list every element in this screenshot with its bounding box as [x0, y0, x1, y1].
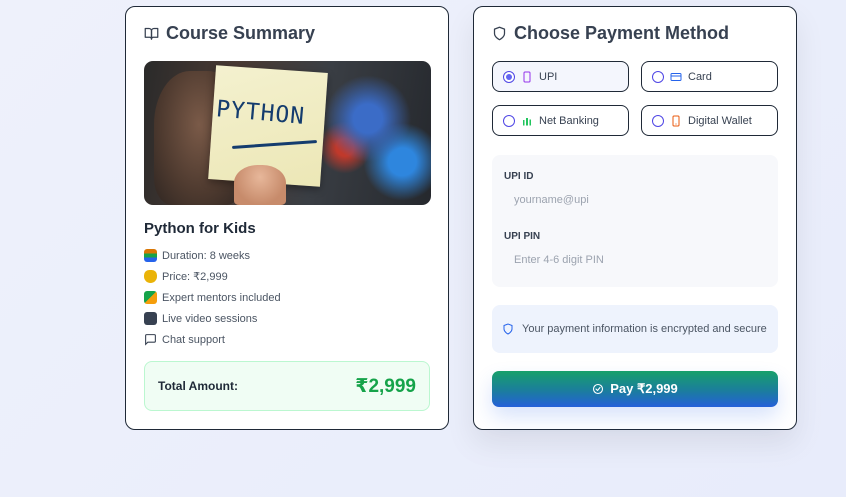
course-features-list: Duration: 8 weeks Price: ₹2,999 Expert m… — [144, 245, 281, 350]
upi-radio[interactable] — [503, 70, 515, 83]
tv-icon — [144, 312, 157, 325]
total-amount-box: Total Amount: ₹2,999 — [144, 361, 430, 411]
book-open-icon — [144, 27, 159, 40]
course-name: Python for Kids — [144, 220, 256, 237]
money-bag-icon — [144, 270, 157, 283]
payment-heading: Choose Payment Method — [492, 23, 729, 44]
payment-method-card: Choose Payment Method UPI Card Net Banki… — [473, 6, 797, 430]
payment-title: Choose Payment Method — [514, 23, 730, 43]
upi-id-input[interactable] — [504, 187, 766, 213]
course-image: PYTHON — [144, 61, 431, 205]
payment-option-upi[interactable]: UPI — [492, 61, 629, 92]
feature-live-sessions: Live video sessions — [144, 308, 281, 329]
upi-form: UPI ID UPI PIN — [492, 155, 778, 287]
feature-price: Price: ₹2,999 — [144, 266, 281, 287]
security-notice: Your payment information is encrypted an… — [492, 305, 778, 353]
payment-option-card[interactable]: Card — [641, 61, 778, 92]
pay-button-label: Pay ₹2,999 — [610, 381, 678, 396]
shield-icon — [493, 26, 506, 41]
course-summary-card: Course Summary PYTHON Python for Kids Du… — [125, 6, 449, 430]
card-radio[interactable] — [652, 70, 664, 83]
course-summary-title: Course Summary — [166, 23, 316, 43]
pay-button[interactable]: Pay ₹2,999 — [492, 371, 778, 407]
upi-pin-input[interactable] — [504, 247, 766, 273]
total-amount-value: ₹2,999 — [355, 375, 416, 397]
total-amount-label: Total Amount: — [158, 379, 238, 393]
digital-wallet-radio[interactable] — [652, 114, 664, 127]
feature-duration: Duration: 8 weeks — [144, 245, 281, 266]
upi-pin-label: UPI PIN — [504, 231, 541, 242]
mobile-wallet-icon — [672, 115, 680, 126]
books-icon — [144, 249, 157, 262]
feature-mentors: Expert mentors included — [144, 287, 281, 308]
course-summary-heading: Course Summary — [144, 23, 315, 44]
teacher-icon — [144, 291, 157, 304]
phone-icon — [523, 71, 531, 82]
chat-icon — [145, 334, 156, 346]
security-notice-text: Your payment information is encrypted an… — [522, 322, 767, 335]
payment-option-digital-wallet[interactable]: Digital Wallet — [641, 105, 778, 136]
shield-icon — [503, 323, 513, 335]
feature-chat: Chat support — [144, 329, 281, 350]
upi-id-label: UPI ID — [504, 171, 534, 182]
check-circle-icon — [593, 383, 604, 395]
net-banking-radio[interactable] — [503, 114, 515, 127]
bank-icon — [523, 117, 531, 125]
credit-card-icon — [670, 72, 682, 81]
payment-option-net-banking[interactable]: Net Banking — [492, 105, 629, 136]
